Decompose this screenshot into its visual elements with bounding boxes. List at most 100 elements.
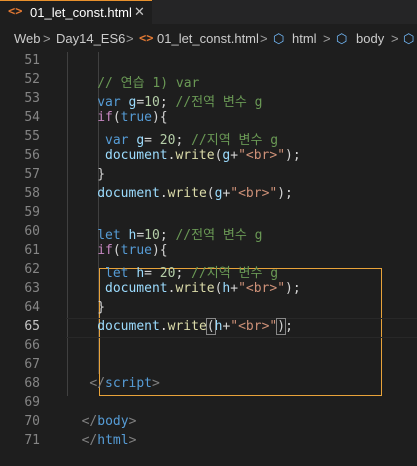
code-token: body	[97, 414, 129, 429]
code-text: if(true){	[97, 243, 167, 258]
code-line[interactable]: 58 document.write(g+"<br>");	[0, 185, 417, 204]
line-number: 57	[24, 167, 40, 182]
breadcrumb-item-body[interactable]: body	[356, 31, 384, 46]
code-token: "<br>"	[230, 186, 278, 201]
code-line[interactable]: 54 if(true){	[0, 109, 417, 128]
code-line[interactable]: 53 var g=10; //전역 변수 g	[0, 90, 417, 110]
code-line[interactable]: 56 document.write(g+"<br>");	[0, 147, 417, 166]
code-token: 20	[159, 133, 176, 148]
code-text: document.write(g+"<br>");	[97, 186, 293, 201]
code-line[interactable]: 65 document.write(h+"<br>");	[0, 318, 417, 338]
line-number: 61	[24, 243, 40, 258]
breadcrumb-item-folder[interactable]: Day14_ES6	[56, 31, 125, 46]
code-line[interactable]: 61 if(true){	[0, 242, 417, 261]
code-token: }	[97, 300, 106, 315]
code-text: </body>	[82, 414, 137, 429]
code-token: true	[120, 243, 152, 258]
code-token: ){	[151, 110, 168, 125]
line-number: 64	[24, 300, 40, 315]
code-line[interactable]: 51	[0, 52, 417, 71]
code-line[interactable]: 66	[0, 337, 417, 356]
code-editor[interactable]: 51 52// 연습 1) var 53 var g=10; //전역 변수 g 54 i…	[0, 52, 417, 466]
html-tag-icon: <>	[8, 4, 23, 18]
line-number: 55	[24, 129, 40, 144]
code-line[interactable]: 55 var g= 20; //지역 변수 g	[0, 128, 417, 148]
code-token: document	[97, 186, 160, 201]
code-token: </	[89, 376, 106, 391]
code-token: //전역 변수 g	[175, 228, 263, 243]
tab-01-let-const[interactable]: <> 01_let_const.html ✕	[0, 0, 152, 24]
code-token: //지역 변수 g	[191, 266, 279, 281]
code-line[interactable]: 70 </body>	[0, 413, 417, 432]
code-token: var	[105, 133, 129, 148]
code-line[interactable]: 57}	[0, 166, 417, 185]
tab-bar: <> 01_let_const.html ✕	[0, 0, 417, 24]
line-number: 56	[24, 148, 40, 163]
line-number: 69	[24, 395, 40, 410]
code-line[interactable]: 52 // 연습 1) var	[0, 71, 417, 91]
code-line[interactable]: 69	[0, 394, 417, 413]
code-token: +	[230, 148, 239, 163]
code-token: if	[97, 110, 113, 125]
code-token: //지역 변수 g	[191, 133, 279, 148]
code-line[interactable]: 71 </html>	[0, 432, 417, 451]
code-token: "<br>"	[230, 319, 278, 334]
code-token: =	[136, 228, 145, 243]
code-line[interactable]: 62 let h= 20; //지역 변수 g	[0, 261, 417, 281]
breadcrumb-item-file[interactable]: 01_let_const.html	[157, 31, 259, 46]
line-number: 66	[24, 338, 40, 353]
code-token: ;	[175, 266, 192, 281]
code-line[interactable]: 67	[0, 356, 417, 375]
code-line[interactable]: 68 </script>	[0, 375, 417, 394]
code-line[interactable]: 59	[0, 204, 417, 223]
line-number: 60	[24, 224, 40, 239]
html-tag-icon: <>	[139, 31, 154, 45]
breadcrumb-item-html[interactable]: html	[292, 31, 317, 46]
breadcrumb-item-web[interactable]: Web	[14, 31, 41, 46]
code-token: document	[105, 148, 168, 163]
code-token: (	[112, 110, 121, 125]
line-number: 67	[24, 357, 40, 372]
line-number: 51	[24, 53, 40, 68]
code-text: }	[97, 167, 105, 182]
chevron-right-icon: >	[260, 31, 268, 46]
code-text: document.write(h+"<br>");	[105, 281, 301, 296]
code-token: }	[97, 167, 106, 182]
code-token: (	[205, 318, 216, 335]
close-icon[interactable]: ✕	[134, 4, 145, 20]
chevron-right-icon: >	[126, 31, 134, 46]
code-token: ;	[159, 95, 176, 110]
code-token: >	[128, 433, 137, 448]
code-token: );	[285, 148, 301, 163]
code-token: =	[144, 266, 160, 281]
code-token: "<br>"	[238, 148, 286, 163]
code-line[interactable]: 60 let h=10; //전역 변수 g	[0, 223, 417, 243]
line-number: 58	[24, 186, 40, 201]
code-token: </	[81, 414, 98, 429]
code-line[interactable]: 63 document.write(h+"<br>");	[0, 280, 417, 299]
chevron-right-icon: >	[43, 31, 51, 46]
code-token: ;	[159, 228, 176, 243]
code-token: +	[230, 281, 239, 296]
code-text: </html>	[82, 433, 137, 448]
code-token: true	[120, 110, 152, 125]
code-token: (	[112, 243, 121, 258]
code-text: document.write(h+"<br>");	[97, 318, 293, 335]
code-token: .	[159, 319, 168, 334]
code-token: );	[285, 281, 301, 296]
code-token: document	[97, 319, 160, 334]
code-token: =	[144, 133, 160, 148]
line-number: 52	[24, 72, 40, 87]
code-token: script	[105, 376, 153, 391]
code-text: var g=10; //전역 변수 g	[97, 91, 262, 110]
code-token: write	[167, 319, 207, 334]
line-number: 62	[24, 262, 40, 277]
code-token: let	[97, 228, 121, 243]
code-line[interactable]: 64}	[0, 299, 417, 318]
symbol-element-icon: ⬡	[273, 31, 285, 46]
line-number: 65	[24, 319, 40, 334]
code-token: ;	[175, 133, 192, 148]
code-token: >	[128, 414, 137, 429]
code-token: if	[97, 243, 113, 258]
